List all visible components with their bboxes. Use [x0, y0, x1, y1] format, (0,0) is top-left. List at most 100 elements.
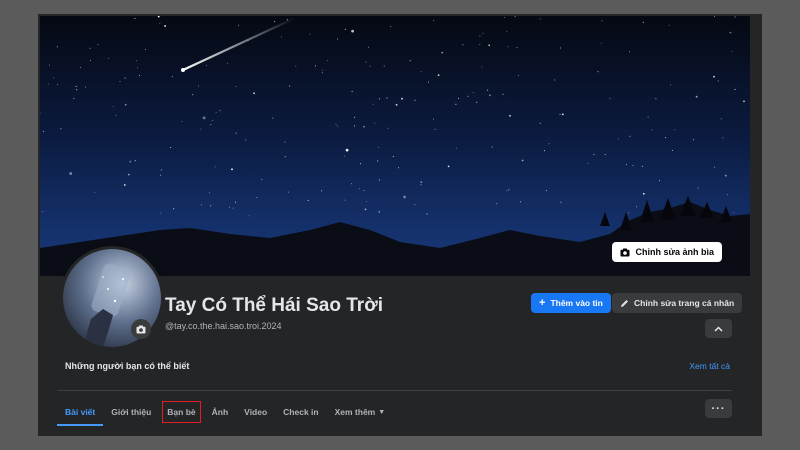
star — [462, 44, 464, 46]
star — [42, 211, 44, 213]
star — [119, 81, 121, 83]
star — [69, 172, 73, 175]
tab-more[interactable]: Xem thêm ▼ — [327, 398, 394, 426]
star — [335, 123, 337, 125]
star — [351, 90, 353, 92]
tab-friends[interactable]: Bạn bè — [159, 398, 203, 426]
cover-photo[interactable]: Chỉnh sửa ảnh bìa — [40, 16, 750, 276]
profile-handle: @tay.co.the.hai.sao.troi.2024 — [165, 321, 282, 331]
star — [386, 97, 388, 99]
star — [743, 100, 745, 103]
star — [344, 28, 346, 30]
edit-profile-button[interactable]: Chỉnh sửa trang cá nhân — [612, 293, 743, 313]
tab-label: Bạn bè — [167, 407, 196, 417]
star — [479, 35, 481, 37]
see-all-link[interactable]: Xem tất cả — [689, 361, 732, 371]
star — [364, 208, 367, 211]
tab-label: Video — [244, 407, 268, 417]
edit-cover-button[interactable]: Chỉnh sửa ảnh bìa — [612, 242, 722, 262]
star — [559, 47, 561, 49]
more-options-button[interactable]: ··· — [705, 399, 732, 418]
star — [129, 160, 132, 163]
star — [124, 77, 126, 79]
star — [75, 85, 77, 87]
star — [139, 74, 140, 76]
star — [214, 166, 216, 168]
star — [726, 194, 728, 196]
star — [56, 46, 58, 48]
star — [358, 188, 360, 190]
tab-label: Ảnh — [211, 407, 229, 417]
star — [420, 181, 423, 184]
star — [307, 200, 309, 201]
star — [609, 97, 611, 99]
star — [53, 77, 55, 79]
star — [231, 168, 233, 171]
star — [245, 139, 247, 141]
star — [420, 71, 422, 73]
star — [351, 29, 354, 33]
star — [560, 201, 562, 203]
star — [395, 103, 398, 106]
star — [345, 148, 349, 152]
star — [253, 92, 256, 95]
star — [617, 138, 619, 140]
tab-videos[interactable]: Video — [236, 398, 275, 426]
collapse-button[interactable] — [705, 319, 732, 338]
star — [427, 81, 429, 83]
star — [164, 25, 166, 27]
pencil-icon — [621, 299, 628, 307]
star — [286, 19, 288, 21]
star — [629, 135, 631, 137]
star — [488, 44, 491, 47]
star — [256, 197, 258, 198]
tab-posts[interactable]: Bài viết — [57, 398, 104, 426]
star — [134, 160, 136, 162]
star — [321, 190, 323, 192]
add-to-story-button[interactable]: + Thêm vào tin — [531, 293, 611, 313]
star — [414, 204, 416, 206]
star — [516, 47, 518, 49]
tab-about[interactable]: Giới thiệu — [103, 398, 159, 426]
star — [722, 137, 724, 139]
star — [76, 89, 78, 91]
star — [136, 60, 138, 62]
star — [378, 98, 380, 100]
tab-label: Xem thêm — [334, 407, 376, 417]
star — [539, 122, 541, 124]
star — [670, 84, 672, 86]
star — [674, 129, 676, 131]
star — [734, 88, 736, 90]
avatar-camera-button[interactable] — [131, 319, 151, 339]
star — [626, 164, 627, 166]
star — [651, 129, 653, 131]
star — [123, 184, 126, 186]
star — [235, 86, 237, 87]
star — [85, 86, 86, 88]
plus-icon: + — [539, 296, 546, 309]
star — [713, 75, 715, 78]
star — [248, 215, 250, 217]
star — [398, 167, 400, 169]
star — [458, 97, 459, 99]
star — [545, 189, 547, 191]
star — [337, 38, 338, 40]
star — [112, 106, 114, 108]
star — [337, 125, 339, 127]
star — [374, 122, 376, 124]
star — [60, 128, 62, 130]
tab-check-in[interactable]: Check in — [275, 398, 326, 426]
star — [90, 59, 91, 61]
star — [170, 147, 172, 148]
star — [447, 165, 450, 168]
star — [641, 165, 643, 167]
star — [658, 180, 660, 182]
profile-tabs: Bài viết Giới thiệu Bạn bè Ảnh Video Che… — [57, 398, 393, 426]
star — [261, 178, 263, 180]
star — [665, 137, 666, 138]
star — [344, 199, 346, 201]
star — [514, 16, 516, 18]
star — [476, 101, 478, 103]
star — [668, 24, 670, 26]
tab-photos[interactable]: Ảnh — [204, 398, 237, 426]
